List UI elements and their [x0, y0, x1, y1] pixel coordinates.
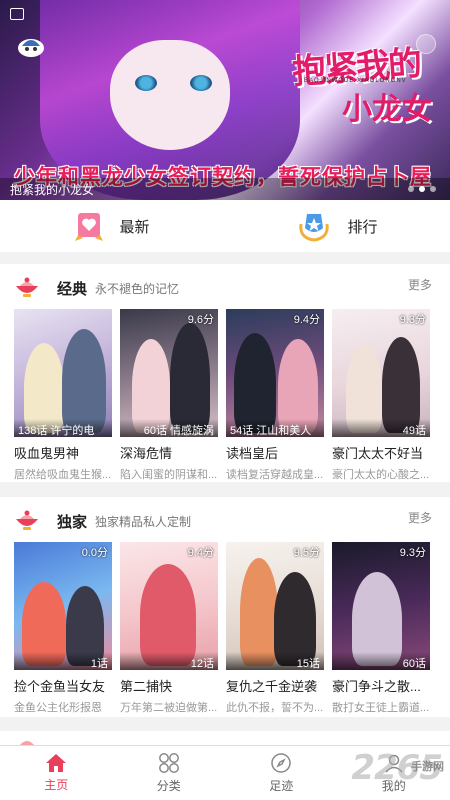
tab-footprint[interactable]: 足迹: [225, 746, 338, 800]
tab-category[interactable]: 分类: [113, 746, 226, 800]
comic-score: 9.3分: [399, 547, 426, 559]
tab-home[interactable]: 主页: [0, 746, 113, 800]
tab-label: 分类: [156, 779, 181, 793]
comic-title: 深海危情: [120, 446, 173, 461]
comic-cover: 9.6分 60话 情感旋涡: [120, 309, 218, 437]
tab-label: 足迹: [269, 779, 294, 793]
comic-title: 豪门争斗之散...: [332, 679, 421, 694]
compass-icon: [271, 753, 291, 773]
comic-cover: 9.5分 15话: [226, 542, 324, 670]
star-badge-icon: [299, 214, 330, 242]
comic-score: 9.4分: [187, 547, 214, 559]
comic-desc: 居然给吸血鬼生猴...: [14, 469, 112, 481]
comic-card[interactable]: 138话 许宁的电 吸血鬼男神 居然给吸血鬼生猴...: [14, 309, 112, 482]
cover-figure: [240, 558, 278, 666]
banner-caption: 抱紧我的小龙女: [10, 183, 95, 197]
comic-episode: 12话: [120, 652, 218, 670]
more-link[interactable]: 更多: [408, 276, 432, 293]
banner-caption-bar: 抱紧我的小龙女: [0, 178, 450, 200]
watermark-subtext: 手游网: [411, 761, 444, 773]
bowl-icon: [20, 741, 34, 745]
banner-character-face: [110, 40, 230, 150]
comic-title: 第二捕快: [120, 679, 173, 694]
banner-title-art: 抱紧我的 BAOJINWODE XIAOLONGNV 小龙女: [291, 40, 432, 127]
grid-circles-icon: [158, 753, 179, 773]
comic-card[interactable]: 9.3分 60话 豪门争斗之散... 散打女王徒上霸道...: [332, 542, 430, 715]
quicknav-ranking-label: 排行: [347, 218, 378, 236]
section-title: 经典: [57, 281, 88, 298]
quicknav-ranking[interactable]: 排行: [225, 200, 450, 252]
comic-card[interactable]: 9.4分 54话 江山和美人 读档皇后 读档复活穿越成皇...: [226, 309, 324, 482]
comic-desc: 读档复活穿越成皇...: [226, 469, 324, 481]
section-header: 经典 永不褪色的记忆 更多: [0, 264, 450, 306]
comic-episode: 60话 情感旋涡: [120, 419, 218, 437]
quicknav-latest-label: 最新: [119, 218, 150, 236]
comic-cover: 9.4分 12话: [120, 542, 218, 670]
cover-figure: [62, 329, 106, 433]
comic-card[interactable]: 9.6分 60话 情感旋涡 深海危情 陷入闺蜜的阴谋和...: [120, 309, 218, 482]
comic-card[interactable]: 9.3分 49话 豪门太太不好当 豪门太太的心酸之...: [332, 309, 430, 482]
section-subtitle: 永不褪色的记忆: [95, 282, 180, 296]
tab-label: 主页: [44, 778, 69, 792]
comic-desc: 金鱼公主化形报恩: [14, 702, 102, 714]
comic-episode: 1话: [14, 652, 112, 670]
comic-title: 读档皇后: [226, 446, 279, 461]
bowl-icon: [16, 510, 38, 530]
hero-banner[interactable]: 抱紧我的 BAOJINWODE XIAOLONGNV 小龙女 少年和黑龙少女签订…: [0, 0, 450, 200]
comic-desc: 陷入闺蜜的阴谋和...: [120, 469, 218, 481]
comic-cover: 9.3分 49话: [332, 309, 430, 437]
banner-pagination[interactable]: [408, 186, 436, 192]
heart-card-icon: [75, 213, 104, 241]
comic-card[interactable]: 9.4分 12话 第二捕快 万年第二被迫做第...: [120, 542, 218, 715]
card-row: 0.0分 1话 捡个金鱼当女友 金鱼公主化形报恩 9.4分 12话 第二捕快 万…: [14, 542, 430, 715]
comic-score: 9.5分: [293, 547, 320, 559]
section-title: 独家: [57, 514, 88, 531]
comic-score: 9.4分: [293, 314, 320, 326]
comic-card[interactable]: 9.5分 15话 复仇之千金逆袭 此仇不报，誓不为...: [226, 542, 324, 715]
quick-nav: 最新 排行: [0, 200, 450, 252]
banner-eye-left: [135, 75, 157, 91]
comic-desc: 豪门太太的心酸之...: [332, 469, 430, 481]
cover-figure: [170, 323, 210, 433]
section-subtitle: 独家精品私人定制: [95, 515, 192, 529]
comic-desc: 散打女王徒上霸道...: [332, 702, 430, 714]
banner-dot-active[interactable]: [419, 186, 425, 192]
bowl-icon: [16, 277, 38, 297]
section-next-partial: [0, 731, 450, 745]
section-exclusive: 独家 独家精品私人定制 更多 0.0分 1话 捡个金鱼当女友 金鱼公主化形报恩 …: [0, 497, 450, 717]
section-classic: 经典 永不褪色的记忆 更多 138话 许宁的电 吸血鬼男神 居然给吸血鬼生猴..…: [0, 264, 450, 482]
comic-episode: 60话: [332, 652, 430, 670]
cover-figure: [140, 564, 196, 666]
comic-episode: 49话: [332, 419, 430, 437]
comic-score: 9.3分: [399, 314, 426, 326]
image-icon: [10, 8, 24, 20]
comic-score: 9.6分: [187, 314, 214, 326]
comic-desc: 此仇不报，誓不为...: [226, 702, 324, 714]
comic-card[interactable]: 0.0分 1话 捡个金鱼当女友 金鱼公主化形报恩: [14, 542, 112, 715]
comic-episode: 54话 江山和美人: [226, 419, 324, 437]
banner-dot[interactable]: [430, 186, 436, 192]
banner-title-line2: 小龙女: [342, 92, 432, 127]
comic-cover: 9.4分 54话 江山和美人: [226, 309, 324, 437]
comic-episode: 138话 许宁的电: [14, 419, 112, 437]
cover-figure: [234, 333, 276, 433]
comic-score: 0.0分: [81, 547, 108, 559]
comic-title: 复仇之千金逆袭: [226, 679, 318, 694]
comic-episode: 15话: [226, 652, 324, 670]
home-icon: [46, 754, 67, 772]
more-link[interactable]: 更多: [408, 509, 432, 526]
app-logo-icon: [18, 39, 44, 57]
comic-desc: 万年第二被迫做第...: [120, 702, 218, 714]
comic-cover: 138话 许宁的电: [14, 309, 112, 437]
quicknav-latest[interactable]: 最新: [0, 200, 225, 252]
banner-dot[interactable]: [408, 186, 414, 192]
comic-title: 捡个金鱼当女友: [14, 679, 106, 694]
banner-eye-right: [190, 75, 212, 91]
comic-title: 豪门太太不好当: [332, 446, 424, 461]
section-header: 独家 独家精品私人定制 更多: [0, 497, 450, 539]
comic-title: 吸血鬼男神: [14, 446, 80, 461]
comic-cover: 0.0分 1话: [14, 542, 112, 670]
card-row: 138话 许宁的电 吸血鬼男神 居然给吸血鬼生猴... 9.6分 60话 情感旋…: [14, 309, 430, 482]
comic-cover: 9.3分 60话: [332, 542, 430, 670]
